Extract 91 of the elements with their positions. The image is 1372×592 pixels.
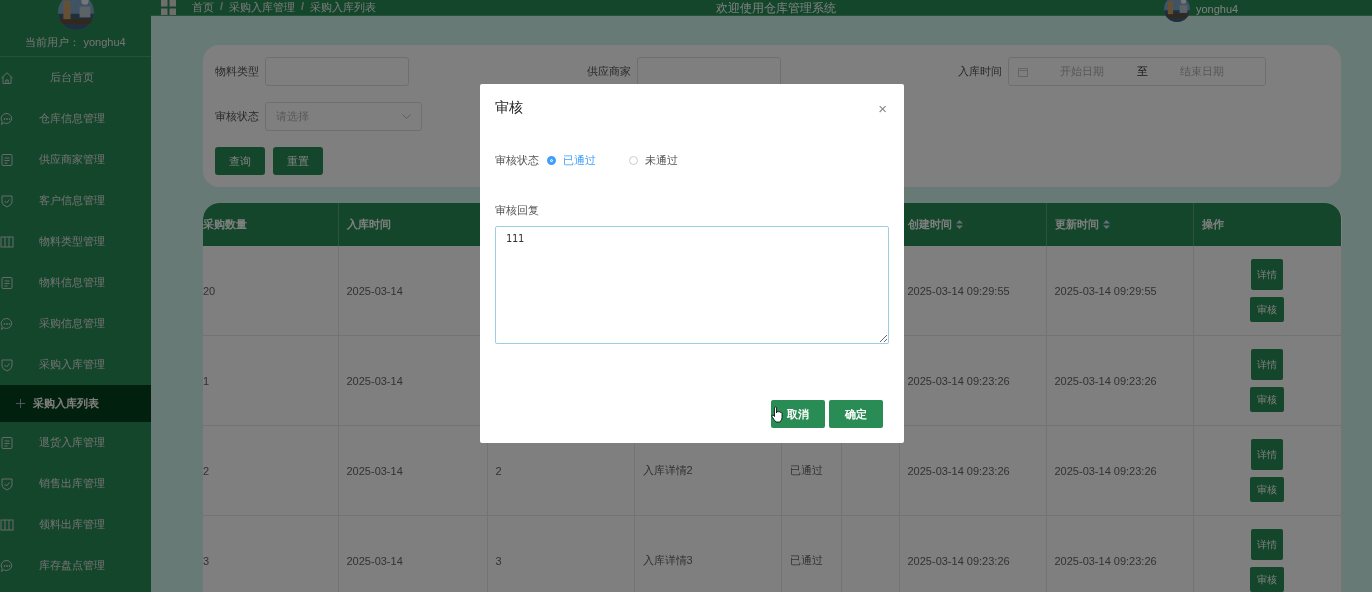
- table-cell: 1: [203, 374, 210, 387]
- breadcrumb-link[interactable]: 采购入库管理: [229, 0, 296, 15]
- search-button[interactable]: 查询: [215, 147, 265, 175]
- sort-icon[interactable]: [955, 220, 963, 229]
- breadcrumb-link[interactable]: 首页: [192, 0, 214, 15]
- chat-icon: [0, 111, 14, 126]
- shield-icon: [0, 193, 14, 208]
- column-header: 采购数量: [203, 218, 247, 230]
- review-button[interactable]: 审核: [1250, 567, 1284, 592]
- table-cell: 2025-03-14: [346, 284, 403, 297]
- breadcrumb-separator: /: [301, 0, 305, 14]
- reset-button[interactable]: 重置: [273, 147, 323, 175]
- table-cell: 已通过: [789, 464, 823, 476]
- table-cell: 2025-03-14 09:23:26: [1054, 464, 1157, 477]
- field-label: 供应商家: [587, 64, 632, 79]
- field-label: 审核状态: [215, 109, 260, 124]
- columns-icon: [0, 517, 14, 532]
- menu-item[interactable]: 物料类型管理: [0, 221, 151, 262]
- menu-item[interactable]: 领料出库管理: [0, 504, 151, 545]
- chat-icon: [0, 558, 14, 573]
- table-cell: 2025-03-14: [346, 374, 403, 387]
- dialog-title: 审核: [495, 99, 523, 117]
- column-header[interactable]: 更新时间: [1054, 218, 1110, 230]
- field-label: 审核状态: [495, 153, 539, 168]
- table-cell: 3: [203, 554, 210, 567]
- breadcrumb-separator: /: [220, 0, 224, 14]
- input-field[interactable]: [637, 57, 781, 86]
- table-cell: 2025-03-14 09:23:26: [1054, 554, 1157, 567]
- document-icon: [0, 152, 14, 167]
- table-cell: 入库详情2: [642, 464, 693, 476]
- table-cell: 2025-03-14 09:29:55: [907, 284, 1010, 297]
- review-button[interactable]: 审核: [1250, 477, 1284, 502]
- table-cell: 2025-03-14 09:23:26: [907, 374, 1010, 387]
- table-cell: 2025-03-14: [346, 554, 403, 567]
- detail-button[interactable]: 详情: [1251, 259, 1283, 290]
- menu-item[interactable]: 销售出库管理: [0, 463, 151, 504]
- columns-icon: [0, 234, 14, 249]
- plus-icon: [16, 399, 25, 408]
- cancel-button[interactable]: 取消: [771, 400, 825, 428]
- radio-option[interactable]: 已通过: [547, 153, 596, 168]
- hand-cursor-icon: [771, 406, 783, 423]
- page-title: 欢迎使用仓库管理系统: [716, 0, 836, 16]
- home-icon: [0, 70, 14, 85]
- field-label: 入库时间: [958, 64, 1003, 79]
- grid-icon[interactable]: [161, 0, 176, 15]
- menu-item[interactable]: 采购入库管理: [0, 344, 151, 385]
- column-header[interactable]: 创建时间: [907, 218, 963, 230]
- breadcrumb-link[interactable]: 采购入库列表: [310, 0, 377, 15]
- menu-item[interactable]: 供应商家管理: [0, 139, 151, 180]
- menu-item[interactable]: 退货入库管理: [0, 422, 151, 463]
- review-button[interactable]: 审核: [1250, 297, 1284, 322]
- table-cell: 2025-03-14 09:23:26: [907, 464, 1010, 477]
- table-cell: 3: [495, 554, 502, 567]
- shield-icon: [0, 476, 14, 491]
- menu-item[interactable]: 后台首页: [0, 57, 151, 98]
- calendar-icon: [1018, 66, 1028, 77]
- sort-icon[interactable]: [1102, 220, 1110, 229]
- table-cell: 2: [495, 464, 502, 477]
- username[interactable]: yonghu4: [1196, 3, 1239, 15]
- table-cell: 入库详情3: [642, 554, 693, 566]
- table-cell: 20: [203, 284, 216, 297]
- chevron-down-icon: [402, 113, 411, 120]
- chat-icon: [0, 316, 14, 331]
- current-user-text: 当前用户： yonghu4: [25, 35, 126, 50]
- table-cell: 2025-03-14: [346, 464, 403, 477]
- column-header: 入库时间: [346, 218, 391, 230]
- menu-item[interactable]: 库存盘点管理: [0, 545, 151, 586]
- document-icon: [0, 275, 14, 290]
- menu-item[interactable]: 采购信息管理: [0, 303, 151, 344]
- field-label: 物料类型: [215, 64, 260, 79]
- shield-icon: [0, 357, 14, 372]
- radio-option[interactable]: 未通过: [629, 153, 678, 168]
- table-cell: 2: [203, 464, 210, 477]
- menu-item[interactable]: 仓库信息管理: [0, 98, 151, 139]
- field-label: 审核回复: [495, 203, 540, 218]
- detail-button[interactable]: 详情: [1251, 439, 1283, 470]
- table-cell: 已通过: [789, 554, 823, 566]
- detail-button[interactable]: 详情: [1251, 529, 1283, 560]
- close-button[interactable]: ×: [878, 100, 887, 116]
- confirm-button[interactable]: 确定: [829, 400, 883, 428]
- column-header: 操作: [1201, 218, 1224, 230]
- menu-item[interactable]: 物料信息管理: [0, 262, 151, 303]
- reply-field[interactable]: 111: [495, 226, 889, 344]
- table-cell: 2025-03-14 09:29:55: [1054, 284, 1157, 297]
- detail-button[interactable]: 详情: [1251, 349, 1283, 380]
- submenu-item[interactable]: 采购入库列表: [0, 385, 151, 422]
- document-icon: [0, 435, 14, 450]
- review-button[interactable]: 审核: [1250, 387, 1284, 412]
- table-cell: 2025-03-14 09:23:26: [907, 554, 1010, 567]
- menu-item[interactable]: 客户信息管理: [0, 180, 151, 221]
- table-cell: 2025-03-14 09:23:26: [1054, 374, 1157, 387]
